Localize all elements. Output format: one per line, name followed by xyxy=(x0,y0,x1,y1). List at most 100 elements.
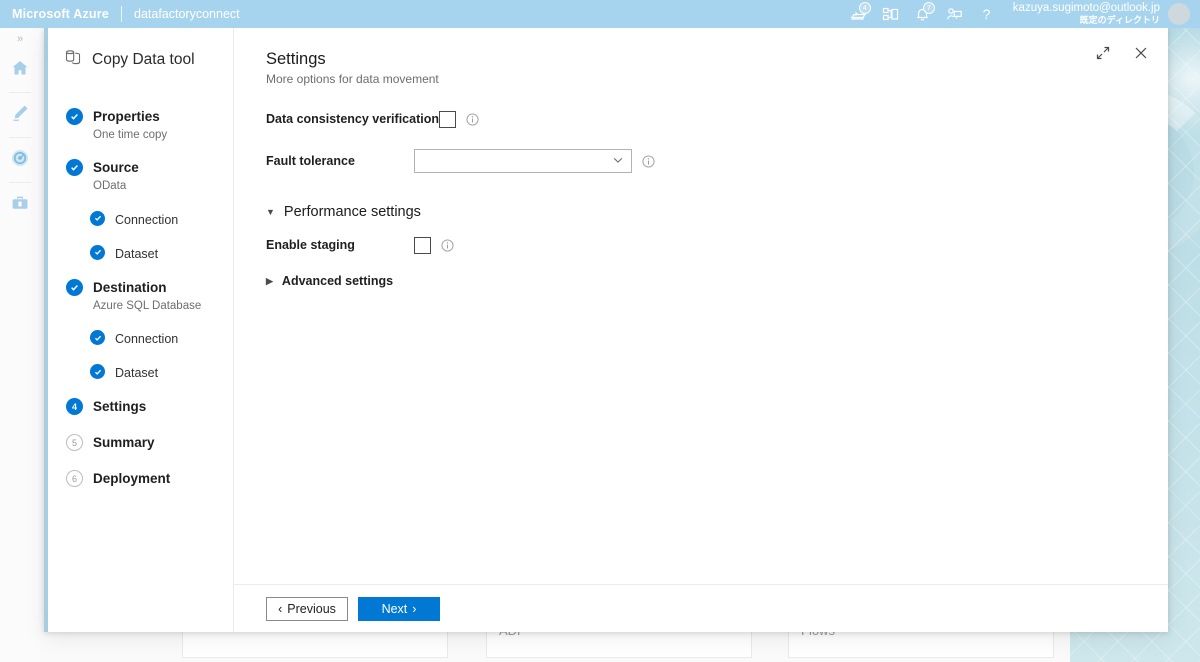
rail-divider xyxy=(9,137,31,138)
wizard-footer: ‹ Previous Next › xyxy=(234,584,1168,632)
top-bar-actions: 4 7 ? kazuya.sugimoto@outlook.jp 既定のディレク… xyxy=(843,0,1200,28)
wizard-step-label: Dataset xyxy=(115,246,159,261)
collapse-triangle-icon: ▼ xyxy=(266,206,275,217)
page-subtitle: More options for data movement xyxy=(266,72,439,86)
wizard-step-sublabel: Azure SQL Database xyxy=(93,299,202,312)
wizard-step-source-connection[interactable]: Connection xyxy=(48,210,233,230)
rail-item-manage[interactable] xyxy=(0,185,40,225)
rail-expand-chevron-icon[interactable]: » xyxy=(0,28,40,50)
step-number-badge: 4 xyxy=(66,398,83,416)
step-check-icon xyxy=(66,159,83,177)
performance-settings-label: Performance settings xyxy=(283,204,421,220)
cloud-shell-icon[interactable]: 4 xyxy=(843,0,875,28)
cloud-shell-badge: 4 xyxy=(858,2,871,14)
info-icon[interactable] xyxy=(642,154,655,168)
maximize-icon[interactable] xyxy=(1090,40,1116,66)
performance-settings-section-header[interactable]: ▼ Performance settings xyxy=(266,204,1168,220)
rail-item-home[interactable] xyxy=(0,50,40,90)
copy-data-tool-blade: Copy Data tool Properties One time copy xyxy=(44,28,1168,632)
info-icon[interactable] xyxy=(441,238,454,252)
page-title: Settings xyxy=(266,50,326,68)
data-consistency-checkbox[interactable] xyxy=(438,110,456,128)
wizard-step-label: Settings xyxy=(93,399,147,415)
user-directory: 既定のディレクトリ xyxy=(1079,15,1160,26)
rail-divider xyxy=(9,182,31,183)
directories-subscriptions-icon[interactable] xyxy=(875,0,907,28)
step-number-badge: 5 xyxy=(66,434,83,452)
wizard-steps-list: Properties One time copy Source OData Co… xyxy=(48,71,233,489)
fault-tolerance-row: Fault tolerance xyxy=(266,148,1168,174)
next-button-label: Next xyxy=(381,601,408,616)
rail-divider xyxy=(9,92,31,93)
step-check-icon xyxy=(90,330,105,346)
rail-item-monitor[interactable] xyxy=(0,140,40,180)
enable-staging-label: Enable staging xyxy=(266,238,355,252)
portal-top-bar: Microsoft Azure datafactoryconnect 4 7 ?… xyxy=(0,0,1200,28)
step-check-icon xyxy=(66,278,83,296)
chevron-down-icon xyxy=(612,154,624,169)
expand-triangle-icon: ▶ xyxy=(266,275,273,286)
user-account-menu[interactable]: kazuya.sugimoto@outlook.jp 既定のディレクトリ xyxy=(1003,2,1168,26)
wizard-step-label: Deployment xyxy=(93,471,171,487)
previous-button-label: Previous xyxy=(287,601,336,616)
wizard-step-source[interactable]: Source OData xyxy=(48,158,233,193)
chevron-right-icon: › xyxy=(412,601,417,616)
manage-toolbox-icon xyxy=(10,193,30,218)
settings-form: Settings More options for data movement … xyxy=(234,28,1168,584)
blade-title-label: Copy Data tool xyxy=(92,50,195,68)
wizard-step-summary[interactable]: 5 Summary xyxy=(48,433,233,453)
info-icon[interactable] xyxy=(466,112,479,126)
brand-divider xyxy=(121,6,122,22)
copy-data-tool-icon xyxy=(64,48,82,71)
wizard-step-destination[interactable]: Destination Azure SQL Database xyxy=(48,278,233,313)
next-button[interactable]: Next › xyxy=(358,596,440,621)
settings-panel: Settings More options for data movement … xyxy=(234,28,1168,632)
close-icon[interactable] xyxy=(1128,40,1154,66)
step-check-icon xyxy=(66,108,83,125)
wizard-step-properties[interactable]: Properties One time copy xyxy=(48,107,233,142)
step-check-icon xyxy=(90,364,105,380)
advanced-settings-label: Advanced settings xyxy=(281,274,394,288)
data-consistency-label: Data consistency verification xyxy=(266,112,439,126)
azure-portal-page: ADF Flows Microsoft Azure datafactorycon… xyxy=(0,0,1200,662)
wizard-step-sublabel: One time copy xyxy=(93,129,168,141)
blade-window-controls xyxy=(1090,40,1154,66)
feedback-icon[interactable] xyxy=(939,0,971,28)
author-pencil-icon xyxy=(10,103,30,128)
wizard-step-navigation: Copy Data tool Properties One time copy xyxy=(48,28,234,632)
wizard-step-label: Destination xyxy=(93,279,167,295)
wizard-step-label: Dataset xyxy=(115,366,159,381)
notifications-badge: 7 xyxy=(922,2,935,14)
monitor-icon xyxy=(10,148,30,173)
wizard-step-settings[interactable]: 4 Settings xyxy=(48,397,233,417)
fault-tolerance-select[interactable] xyxy=(414,149,632,173)
portal-left-rail: » xyxy=(0,28,40,662)
step-check-icon xyxy=(90,210,105,226)
azure-brand-logo[interactable]: Microsoft Azure xyxy=(0,7,109,21)
wizard-step-label: Properties xyxy=(93,109,160,124)
avatar[interactable] xyxy=(1168,3,1190,25)
data-consistency-row: Data consistency verification xyxy=(266,108,1168,130)
home-icon xyxy=(10,58,30,83)
step-number-badge: 6 xyxy=(66,470,83,488)
step-check-icon xyxy=(90,244,105,260)
wizard-step-deployment[interactable]: 6 Deployment xyxy=(48,469,233,489)
breadcrumb[interactable]: datafactoryconnect xyxy=(134,7,240,21)
rail-item-author[interactable] xyxy=(0,95,40,135)
wizard-step-source-dataset[interactable]: Dataset xyxy=(48,244,233,264)
previous-button[interactable]: ‹ Previous xyxy=(266,596,348,621)
chevron-left-icon: ‹ xyxy=(278,601,283,616)
wizard-step-destination-connection[interactable]: Connection xyxy=(48,329,233,349)
user-email: kazuya.sugimoto@outlook.jp xyxy=(1012,2,1160,15)
fault-tolerance-label: Fault tolerance xyxy=(266,154,355,168)
enable-staging-row: Enable staging xyxy=(266,234,1168,256)
advanced-settings-expander[interactable]: ▶ Advanced settings xyxy=(266,274,1168,288)
help-icon[interactable]: ? xyxy=(971,0,1003,28)
wizard-step-destination-dataset[interactable]: Dataset xyxy=(48,363,233,383)
svg-text:?: ? xyxy=(983,6,991,22)
notifications-bell-icon[interactable]: 7 xyxy=(907,0,939,28)
enable-staging-checkbox[interactable] xyxy=(414,236,431,254)
wizard-step-label: Summary xyxy=(93,435,155,451)
blade-title: Copy Data tool xyxy=(48,28,233,71)
wizard-step-label: Connection xyxy=(115,212,179,227)
